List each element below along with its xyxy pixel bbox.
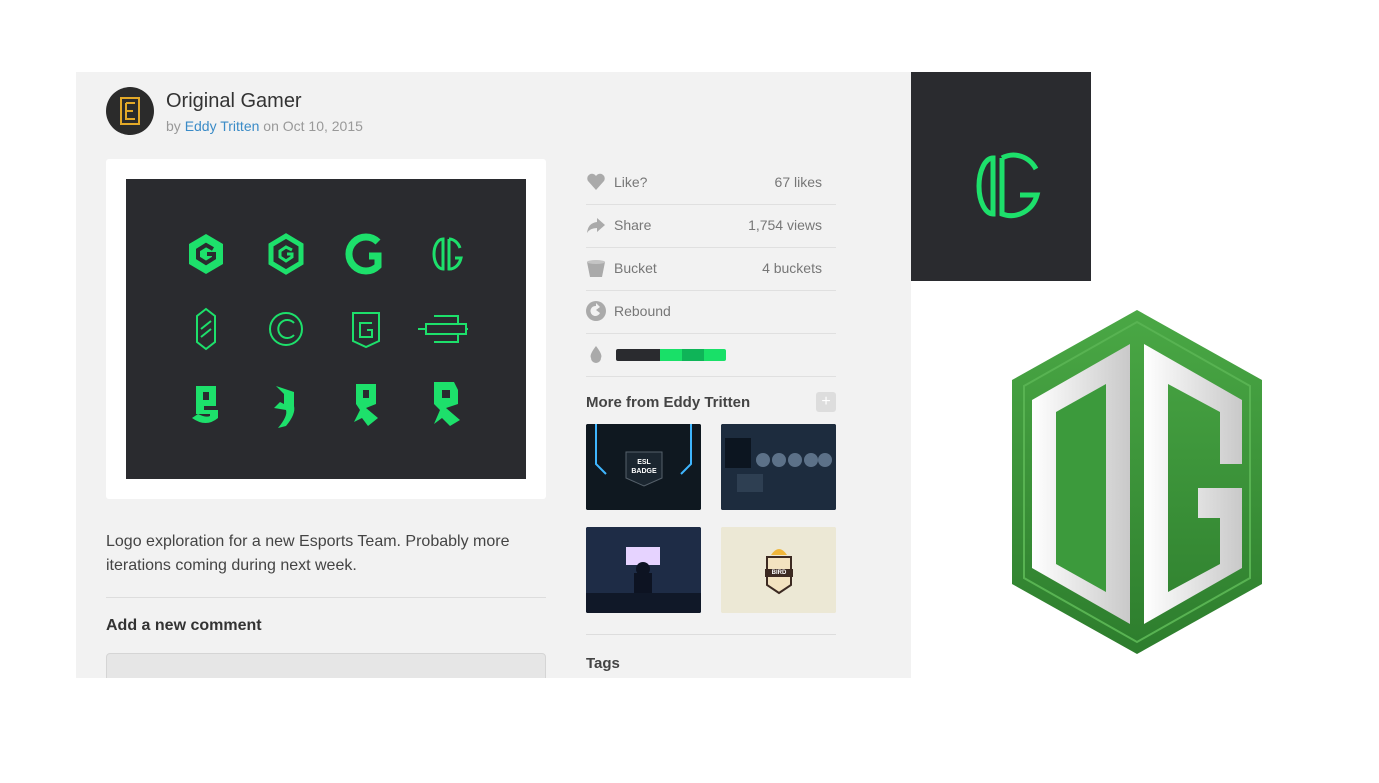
drop-icon (590, 346, 602, 363)
rebound-label: Rebound (614, 303, 671, 319)
more-from-heading: More from Eddy Tritten (586, 394, 751, 411)
palette-row (586, 334, 836, 377)
logo-gothic-g-2 (274, 386, 295, 428)
esl-badge-text: ESL BADGE (631, 459, 657, 475)
buckets-count: 4 buckets (762, 260, 822, 276)
share-row[interactable]: Share 1,754 views (586, 205, 836, 248)
stats-panel: Like? 67 likes Share 1,754 views Bucket … (586, 162, 836, 377)
og-hex-icon (1012, 310, 1262, 654)
share-arrow-icon (587, 218, 605, 233)
comment-input[interactable] (106, 653, 546, 678)
bucket-icon (587, 260, 605, 277)
shot-image-card[interactable] (106, 159, 546, 499)
palette-swatch[interactable] (682, 349, 704, 361)
logo-circle-g (269, 312, 303, 346)
logo-gothic-g-1 (192, 386, 218, 423)
palette-swatch[interactable] (638, 349, 660, 361)
logo-grid-artwork (189, 233, 468, 428)
logo-bracket-mark (418, 315, 468, 343)
shot-title: Original Gamer (166, 90, 302, 112)
logo-hex-g-outline (268, 233, 304, 275)
logo-hex-shield (196, 307, 216, 351)
more-shot-thumb[interactable]: ESL BADGE (586, 424, 701, 510)
palette-swatch[interactable] (616, 349, 638, 361)
logo-gothic-g-3 (354, 384, 378, 426)
gamer-desk-thumb-art (586, 527, 701, 613)
bucket-row[interactable]: Bucket 4 buckets (586, 248, 836, 291)
heart-icon (587, 173, 605, 190)
author-link[interactable]: Eddy Tritten (185, 118, 260, 134)
post-date: Oct 10, 2015 (282, 118, 363, 134)
byline: by Eddy Tritten on Oct 10, 2015 (166, 118, 363, 134)
share-label: Share (614, 217, 652, 233)
team-photo-thumb-art (721, 424, 836, 510)
rebound-icon (586, 301, 606, 321)
palette-swatch[interactable] (704, 349, 726, 361)
e-logo-icon (120, 97, 140, 125)
shot-description: Logo exploration for a new Esports Team.… (106, 533, 510, 574)
og-mark-icon (976, 152, 1041, 219)
rebound-row[interactable]: Rebound (586, 291, 836, 334)
bird-badge-text: BIRD (771, 570, 787, 576)
divider (586, 634, 836, 635)
bucket-label: Bucket (614, 260, 657, 276)
logo-og-mark (432, 237, 463, 271)
by-label: by (166, 118, 181, 134)
color-palette[interactable] (616, 349, 726, 361)
more-shot-thumb[interactable] (586, 527, 701, 613)
more-shot-thumb[interactable] (721, 424, 836, 510)
avatar[interactable] (106, 87, 154, 135)
logo-round-g (345, 233, 382, 275)
likes-count: 67 likes (774, 174, 822, 190)
dribbble-shot-page: Original Gamer by Eddy Tritten on Oct 10… (76, 72, 911, 678)
views-count: 1,754 views (748, 217, 822, 233)
more-shot-thumb[interactable]: BIRD (721, 527, 836, 613)
tags-heading: Tags (586, 655, 620, 672)
like-row[interactable]: Like? 67 likes (586, 162, 836, 205)
on-label: on (263, 118, 279, 134)
shot-image (126, 179, 526, 479)
logo-gothic-g-4 (434, 382, 460, 426)
like-label: Like? (614, 174, 648, 190)
divider (106, 597, 546, 598)
follow-plus-button[interactable]: + (816, 392, 836, 412)
logo-square-g (352, 312, 380, 349)
og-logo-dark (911, 72, 1091, 281)
og-logo-green-hex (1010, 308, 1265, 656)
logo-hex-g-solid (189, 234, 223, 274)
palette-swatch[interactable] (660, 349, 682, 361)
comment-heading: Add a new comment (106, 617, 262, 634)
